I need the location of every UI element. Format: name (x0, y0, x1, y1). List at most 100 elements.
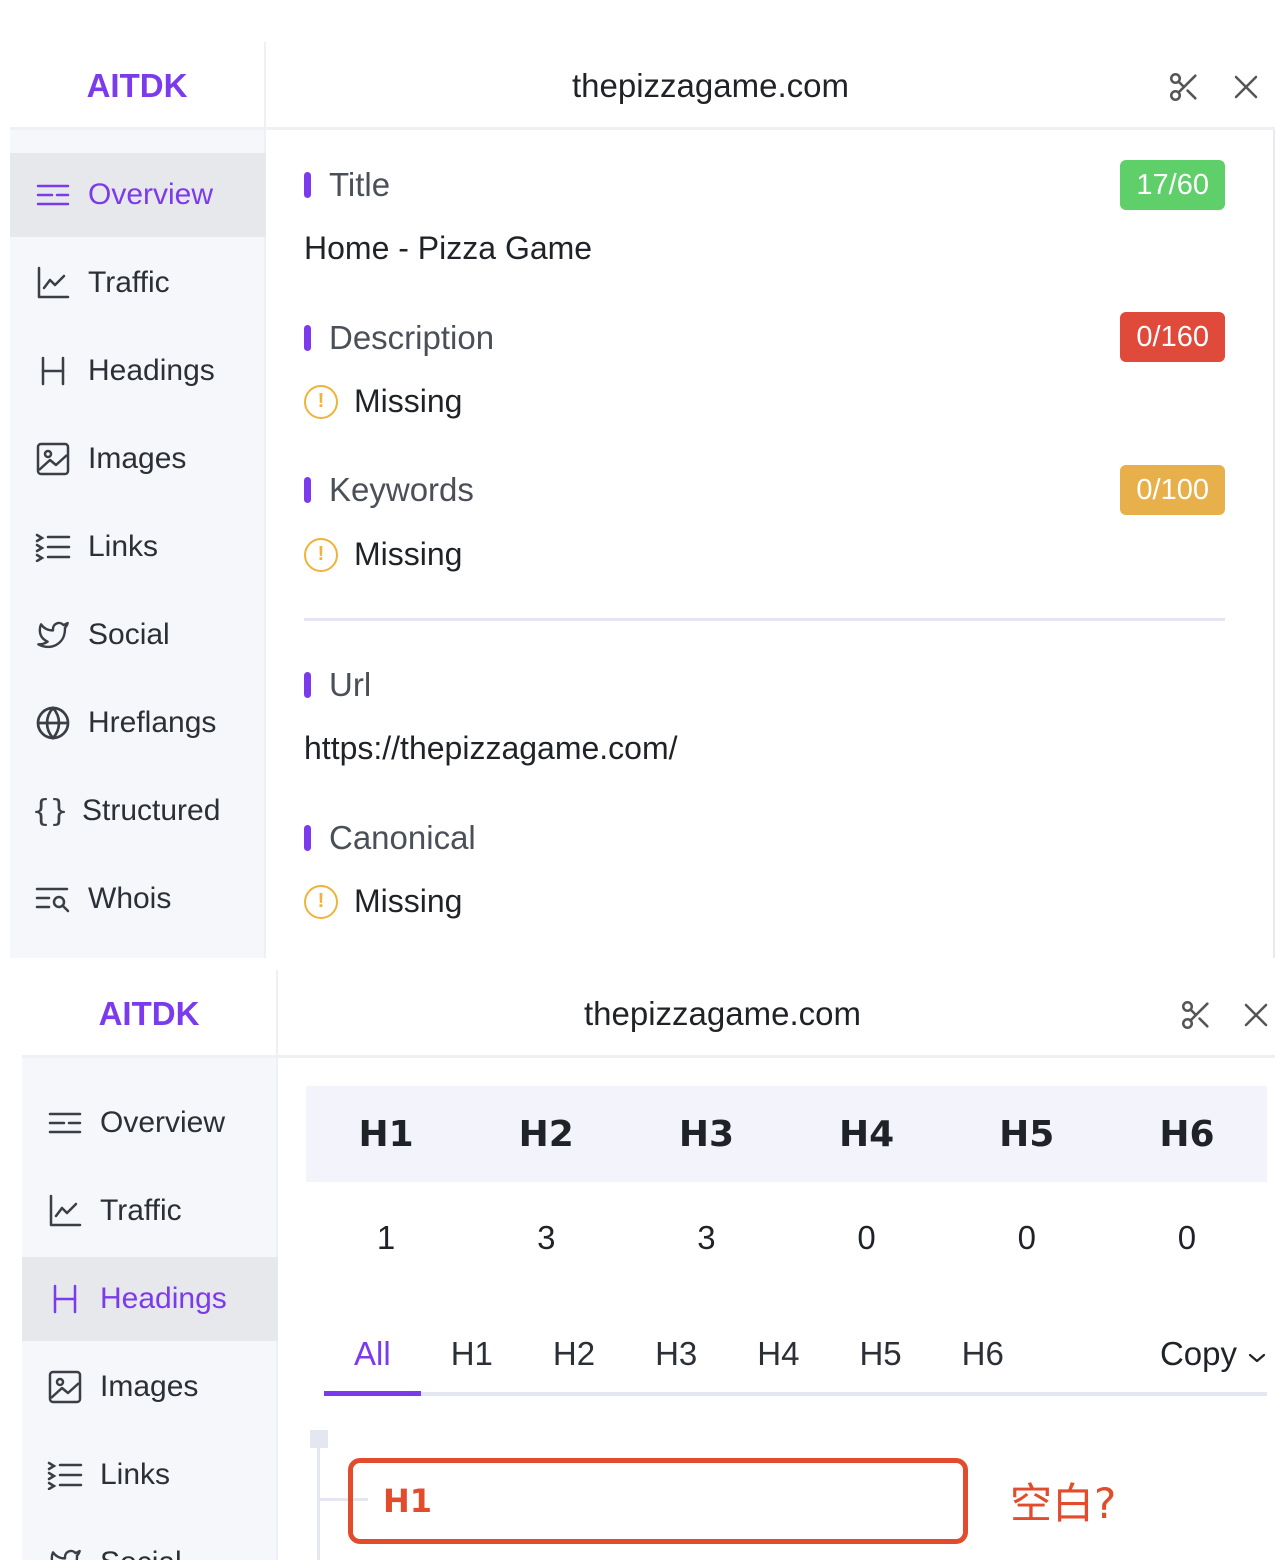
tab-h5[interactable]: H5 (829, 1314, 931, 1394)
site-title: thepizzagame.com (572, 67, 849, 104)
tab-h6[interactable]: H6 (932, 1314, 1034, 1394)
canonical-label: Canonical (304, 819, 476, 857)
heading-count-h3: 3 (697, 1219, 716, 1256)
keywords-value: ! Missing (304, 536, 462, 573)
heading-filter-tabs: All H1 H2 H3 H4 H5 H6 Copy (324, 1316, 1267, 1396)
sidebar-item-overview[interactable]: Overview (10, 153, 266, 237)
braces-icon: {} (31, 793, 69, 829)
sidebar-item-traffic[interactable]: Traffic (22, 1169, 278, 1253)
sidebar-nav: Overview Traffic Headings Images Links S… (22, 1058, 278, 1560)
tab-h1[interactable]: H1 (421, 1314, 523, 1394)
sidebar-item-links[interactable]: Links (10, 505, 266, 589)
sidebar-item-structured[interactable]: {} Structured (10, 769, 266, 853)
sidebar-item-label: Social (88, 618, 170, 651)
heading-column-h5: H5 (999, 1113, 1055, 1155)
heading-level-tag: H1 (383, 1482, 433, 1520)
sidebar-item-hreflangs[interactable]: Hreflangs (10, 681, 266, 765)
scissors-icon[interactable] (1165, 68, 1203, 106)
url-label: Url (304, 666, 371, 704)
image-icon (46, 1368, 84, 1406)
heading-tree-item-h1[interactable]: H1 (348, 1458, 968, 1544)
scissors-icon[interactable] (1177, 996, 1215, 1034)
chevron-down-icon (1247, 1335, 1267, 1373)
overview-icon (34, 176, 72, 214)
overview-panel: AITDK thepizzagame.com Overview Traffic … (10, 42, 1275, 958)
copy-label: Copy (1159, 1335, 1237, 1372)
overview-icon (46, 1104, 84, 1142)
sidebar-item-headings[interactable]: Headings (22, 1257, 278, 1341)
sidebar-item-label: Traffic (100, 1194, 182, 1227)
heading-column-h3: H3 (678, 1113, 735, 1155)
copy-dropdown-button[interactable]: Copy (1160, 1335, 1267, 1373)
section-divider (304, 618, 1225, 621)
close-icon[interactable] (1227, 68, 1265, 106)
sidebar-item-label: Hreflangs (88, 706, 217, 739)
brand-logo: AITDK (22, 970, 278, 1058)
annotation-note: 空白? (1010, 1479, 1117, 1528)
panel-header: AITDK thepizzagame.com (22, 970, 1275, 1058)
warning-icon: ! (304, 537, 338, 572)
traffic-chart-icon (34, 264, 72, 302)
sidebar-item-label: Traffic (88, 266, 170, 299)
heading-count-h6: 0 (1177, 1219, 1197, 1256)
description-length-badge: 0/160 (1120, 312, 1225, 362)
tab-all[interactable]: All (324, 1316, 421, 1396)
globe-icon (34, 704, 72, 742)
sidebar-item-label: Overview (100, 1106, 226, 1139)
sidebar-item-label: Links (100, 1458, 171, 1491)
sidebar-item-label: Headings (100, 1282, 227, 1315)
overview-content: Title 17/60 Home - Pizza Game Descriptio… (268, 130, 1263, 958)
sidebar-item-label: Overview (88, 178, 214, 211)
heading-column-h2: H2 (518, 1113, 574, 1155)
heading-count-h4: 0 (857, 1219, 876, 1256)
keywords-label: Keywords (304, 471, 474, 509)
title-value: Home - Pizza Game (304, 230, 593, 266)
sidebar-item-label: Links (88, 530, 159, 563)
sidebar-item-label: Whois (88, 882, 172, 915)
sidebar-item-traffic[interactable]: Traffic (10, 241, 266, 325)
sidebar-item-label: Images (88, 442, 187, 475)
sidebar-item-label: Social (100, 1546, 182, 1560)
sidebar-nav: Overview Traffic Headings Images Links S… (10, 130, 266, 958)
description-label: Description (304, 319, 494, 357)
tab-h3[interactable]: H3 (625, 1314, 727, 1394)
heading-level-header-row: H1 H2 H3 H4 H5 H6 (306, 1086, 1267, 1182)
heading-icon (34, 352, 72, 390)
warning-icon: ! (304, 384, 338, 419)
sidebar-item-label: Images (100, 1370, 199, 1403)
sidebar-item-whois[interactable]: Whois (10, 857, 266, 941)
sidebar-item-social[interactable]: Social (10, 593, 266, 677)
sidebar-item-overview[interactable]: Overview (22, 1081, 278, 1165)
headings-content: H1 H2 H3 H4 H5 H6 1 3 3 0 0 0 All H1 H2 … (280, 1058, 1275, 1560)
whois-search-icon (34, 880, 72, 918)
heading-column-h1: H1 (358, 1113, 414, 1155)
image-icon (34, 440, 72, 478)
sidebar-item-headings[interactable]: Headings (10, 329, 266, 413)
sidebar-item-links[interactable]: Links (22, 1433, 278, 1517)
sidebar-item-images[interactable]: Images (22, 1345, 278, 1429)
tree-root-marker (310, 1430, 328, 1448)
traffic-chart-icon (46, 1192, 84, 1230)
heading-column-h6: H6 (1159, 1113, 1215, 1155)
description-value: ! Missing (304, 383, 462, 420)
tab-h4[interactable]: H4 (727, 1314, 829, 1394)
sidebar-item-social[interactable]: Social (22, 1521, 278, 1560)
site-title: thepizzagame.com (584, 995, 861, 1032)
links-list-icon (46, 1456, 84, 1494)
sidebar-item-label: Headings (88, 354, 215, 387)
heading-column-h4: H4 (839, 1113, 895, 1155)
panel-header: AITDK thepizzagame.com (10, 42, 1275, 130)
twitter-icon (46, 1544, 84, 1560)
canonical-value: ! Missing (304, 883, 462, 920)
heading-icon (46, 1280, 84, 1318)
title-length-badge: 17/60 (1120, 160, 1225, 210)
links-list-icon (34, 528, 72, 566)
heading-count-h5: 0 (1017, 1219, 1036, 1256)
heading-count-h1: 1 (376, 1219, 396, 1256)
keywords-length-badge: 0/100 (1120, 465, 1225, 515)
close-icon[interactable] (1237, 996, 1275, 1034)
heading-counts-row: 1 3 3 0 0 0 (306, 1182, 1267, 1294)
tree-line (317, 1448, 320, 1560)
sidebar-item-images[interactable]: Images (10, 417, 266, 501)
tab-h2[interactable]: H2 (523, 1314, 625, 1394)
